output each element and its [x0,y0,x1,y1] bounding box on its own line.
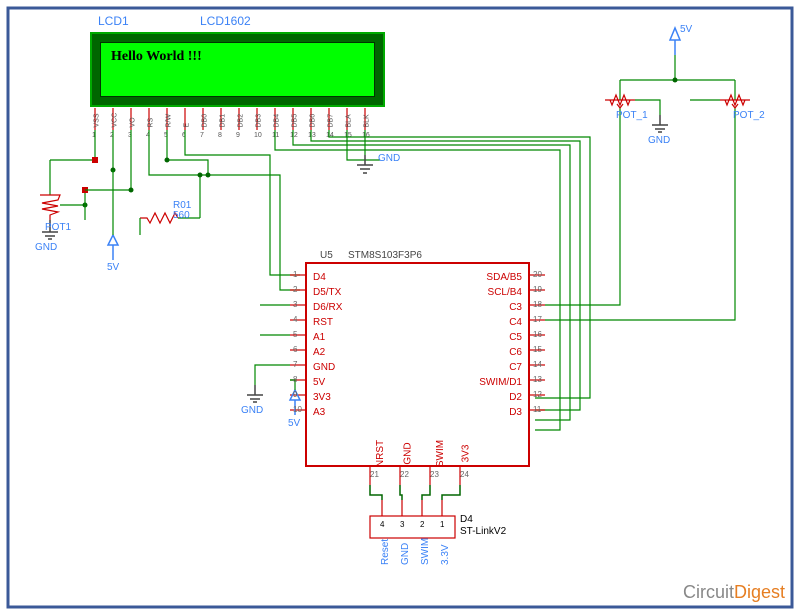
schematic-canvas: LCD1 LCD1602 Hello World !!! VSS1VCC2VO3… [0,0,800,615]
programmer-pin-num: 4 [380,520,384,529]
mcu-pinnum-right: 20 [533,270,542,279]
mcu-pin-right: SWIM/D1 [479,377,522,388]
mcu-pin-right: C5 [509,332,522,343]
mcu-partnum: STM8S103F3P6 [348,250,422,261]
programmer-part: ST-LinkV2 [460,526,506,537]
pot_1-label: POT_1 [616,110,648,121]
mcu-pinnum-left: 10 [293,405,302,414]
mcu-pinnum-right: 11 [533,405,541,414]
mcu-pin-left: D4 [313,272,326,283]
watermark-part1: Circuit [683,582,734,602]
programmer-pin-num: 3 [400,520,404,529]
mcu-pinnum-left: 6 [293,345,297,354]
mcu-pin-right: D3 [509,407,522,418]
mcu-pin-left: 5V [313,377,325,388]
programmer-pin-label: 3.3V [440,544,451,565]
mcu-pinnum-right: 14 [533,360,542,369]
mcu-pinnum-left: 2 [293,285,297,294]
mcu-pin-bottom: 3V3 [460,445,471,463]
5v-label-3: 5V [680,24,692,35]
mcu-pinnum-left: 8 [293,375,297,384]
watermark-part2: Digest [734,582,785,602]
mcu-pinnum-right: 12 [533,390,542,399]
mcu-pinnum-left: 1 [293,270,297,279]
mcu-pinnum-bottom: 22 [400,470,409,479]
watermark: CircuitDigest [683,582,785,603]
mcu-pinnum-right: 13 [533,375,542,384]
mcu-pin-left: GND [313,362,335,373]
mcu-pinnum-left: 5 [293,330,297,339]
mcu-pinnum-right: 18 [533,300,542,309]
mcu-refdes: U5 [320,250,333,261]
mcu-pinnum-bottom: 23 [430,470,439,479]
mcu-pin-right: D2 [509,392,522,403]
mcu-pinnum-left: 4 [293,315,297,324]
mcu-pinnum-right: 16 [533,330,542,339]
mcu-pinnum-right: 19 [533,285,542,294]
mcu-pinnum-left: 7 [293,360,297,369]
gnd-label-4: GND [648,135,670,146]
mcu-pinnum-right: 15 [533,345,542,354]
pot1-label: POT1 [45,222,71,233]
mcu-pin-bottom: SWIM [435,440,446,467]
mcu-pin-left: A3 [313,407,325,418]
mcu-pin-left: A2 [313,347,325,358]
mcu-pin-bottom: NRST [375,440,386,467]
programmer-pin-label: Reset [380,539,391,565]
mcu-pinnum-left: 3 [293,300,297,309]
mcu-pin-left: 3V3 [313,392,331,403]
5v-label-2: 5V [288,418,300,429]
mcu-pin-left: A1 [313,332,325,343]
programmer-ref: D4 [460,514,473,525]
gnd-label-3: GND [241,405,263,416]
mcu-pin-right: C3 [509,302,522,313]
mcu-pin-right: SDA/B5 [486,272,522,283]
mcu-pin-left: RST [313,317,333,328]
programmer-pin-num: 1 [440,520,444,529]
mcu-pinnum-left: 9 [293,390,297,399]
gnd-label-2: GND [378,153,400,164]
mcu-pinnum-right: 17 [533,315,542,324]
programmer-pin-label: GND [400,543,411,565]
gnd-label-1: GND [35,242,57,253]
mcu-pinnum-bottom: 21 [370,470,379,479]
mcu-pin-bottom: GND [403,442,414,464]
mcu-pin-right: C4 [509,317,522,328]
mcu-pin-left: D6/RX [313,302,342,313]
5v-label-1: 5V [107,262,119,273]
programmer-pin-label: SWIM [420,538,431,565]
mcu-pin-right: C7 [509,362,522,373]
mcu-chip: D4 D5/TX D6/RX RST A1 A2 GND 5V 3V3 A3 SDA/B5 SCL/… [305,262,530,467]
pot_2-label: POT_2 [733,110,765,121]
mcu-pin-left: D5/TX [313,287,341,298]
mcu-pin-right: SCL/B4 [488,287,522,298]
mcu-pin-right: C6 [509,347,522,358]
programmer-pin-num: 2 [420,520,424,529]
mcu-pinnum-bottom: 24 [460,470,469,479]
r01-value: 560 [173,210,190,221]
